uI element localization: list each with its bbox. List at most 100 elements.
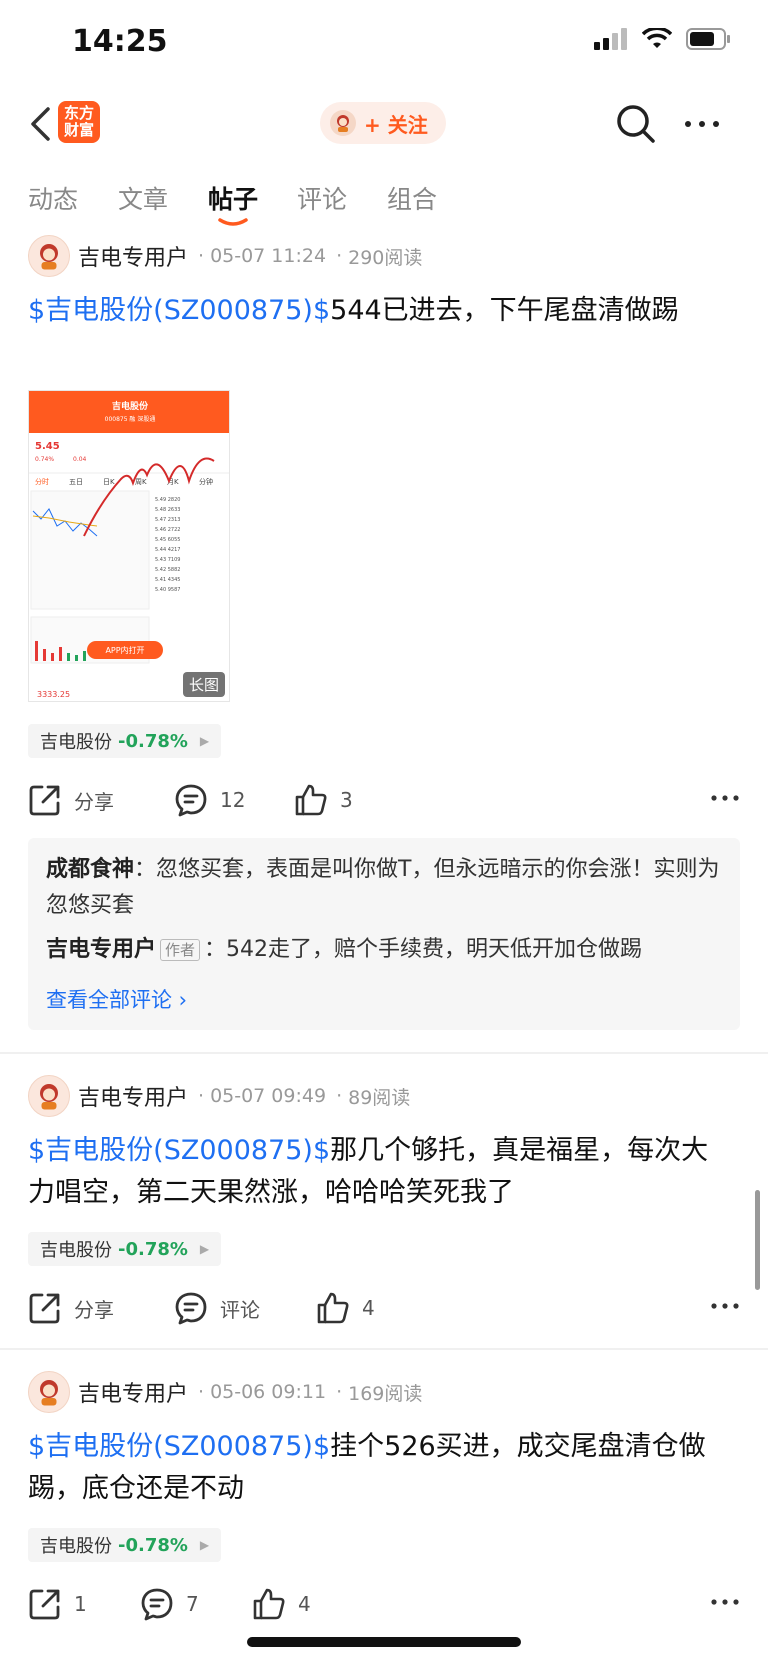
scrollbar[interactable] <box>755 1190 760 1290</box>
like-button[interactable]: 4 <box>252 1582 311 1626</box>
like-button[interactable]: 3 <box>294 778 353 822</box>
avatar[interactable] <box>28 1371 70 1413</box>
more-icon[interactable] <box>710 786 740 810</box>
post-content[interactable]: $吉电股份(SZ000875)$那几个够托，真是福星，每次大力唱空，第二天果然涨… <box>28 1130 728 1214</box>
app-logo[interactable]: 东方财富 <box>58 101 100 143</box>
comment-button[interactable]: 7 <box>140 1582 199 1626</box>
post-meta-sep: · <box>198 1381 205 1403</box>
more-icon[interactable] <box>710 1590 740 1614</box>
read-count: 89阅读 <box>348 1086 411 1109</box>
post-meta-sep: · <box>336 1085 343 1107</box>
share-label: 分享 <box>74 1297 114 1322</box>
stock-tag-change: -0.78% <box>118 1238 188 1260</box>
image-tab-0: 分时 <box>35 477 49 486</box>
divider <box>0 1348 768 1350</box>
stock-tag[interactable]: 吉电股份 -0.78% ▶ <box>28 1232 222 1266</box>
home-indicator[interactable] <box>247 1637 521 1647</box>
svg-text:5.45 6055: 5.45 6055 <box>155 537 180 543</box>
author-name[interactable]: 吉电专用户 <box>78 1376 188 1408</box>
svg-text:5.43 7109: 5.43 7109 <box>155 557 180 563</box>
search-button[interactable] <box>614 102 658 146</box>
mascot-icon <box>40 244 58 270</box>
app-open-button: APP内打开 <box>105 645 144 655</box>
comment-button[interactable]: 评论 <box>174 1286 260 1330</box>
image-subtitle: 000875 融 深股通 <box>105 415 156 423</box>
more-button[interactable] <box>680 102 724 146</box>
read-count: 290阅读 <box>348 246 423 269</box>
triangle-right-icon: ▶ <box>199 734 210 748</box>
post-header: 吉电专用户 · 05-07 11:24 · 290阅读 <box>28 234 422 278</box>
svg-text:5.49 2820: 5.49 2820 <box>155 497 180 503</box>
commenter-name[interactable]: 成都食神 <box>46 857 134 882</box>
triangle-right-icon: ▶ <box>199 1242 210 1256</box>
author-name[interactable]: 吉电专用户 <box>78 240 188 272</box>
signal-icon <box>594 28 627 50</box>
post-meta-sep: · <box>198 245 205 267</box>
stock-tag-name: 吉电股份 <box>40 732 112 753</box>
stock-tag[interactable]: 吉电股份 -0.78% ▶ <box>28 724 222 758</box>
follow-label: + 关注 <box>364 112 428 137</box>
chevron-left-icon <box>31 107 50 141</box>
post-date: 05-07 11:24 <box>210 245 327 267</box>
tab-articles[interactable]: 文章 <box>118 180 168 216</box>
divider <box>0 1052 768 1054</box>
image-chg: 0.04 <box>73 456 87 463</box>
comment-preview[interactable]: 成都食神：忽悠买套，表面是叫你做T，但永远暗示的你会涨！实则为忽悠买套 吉电专用… <box>28 838 740 1030</box>
status-icons <box>594 28 732 50</box>
status-bar: 14:25 <box>0 0 768 90</box>
wifi-icon <box>642 28 672 48</box>
comment-label: 评论 <box>220 1297 260 1322</box>
tab-dynamics[interactable]: 动态 <box>28 180 78 216</box>
image-tab-2: 日K <box>103 478 115 486</box>
post-header: 吉电专用户 · 05-06 09:11 · 169阅读 <box>28 1370 422 1414</box>
index-value: 3333.25 <box>37 690 70 699</box>
thumbs-up-icon <box>295 784 327 816</box>
mascot-icon <box>337 115 349 132</box>
post-date: 05-07 09:49 <box>210 1085 327 1107</box>
avatar[interactable] <box>28 1075 70 1117</box>
like-button[interactable]: 4 <box>316 1286 375 1330</box>
svg-text:5.42 5882: 5.42 5882 <box>155 567 180 573</box>
svg-text:5.41 4345: 5.41 4345 <box>155 577 180 583</box>
comment-text: ：542走了，赔个手续费，明天低开加仓做踢 <box>204 937 643 962</box>
commenter-name[interactable]: 吉电专用户 <box>46 937 156 962</box>
mascot-icon <box>40 1380 58 1406</box>
tab-underline <box>218 218 248 226</box>
stock-tag[interactable]: 吉电股份 -0.78% ▶ <box>28 1528 222 1562</box>
stock-link[interactable]: $吉电股份(SZ000875)$ <box>28 1431 330 1462</box>
share-button[interactable]: 分享 <box>28 1286 114 1330</box>
share-count: 1 <box>74 1592 87 1616</box>
share-button[interactable]: 分享 <box>28 778 114 822</box>
stock-tag-change: -0.78% <box>118 1534 188 1556</box>
more-icon[interactable] <box>710 1294 740 1318</box>
post-actions: 分享 评论 4 <box>28 1286 740 1330</box>
comment-button[interactable]: 12 <box>174 778 245 822</box>
post-content[interactable]: $吉电股份(SZ000875)$544已进去，下午尾盘清做踢 <box>28 290 728 332</box>
search-icon <box>617 105 655 143</box>
share-icon <box>29 1293 60 1324</box>
author-name[interactable]: 吉电专用户 <box>78 1080 188 1112</box>
image-tab-3: 周K <box>135 478 147 486</box>
avatar[interactable] <box>28 235 70 277</box>
comment-icon <box>175 784 207 817</box>
tab-posts[interactable]: 帖子 <box>208 180 258 216</box>
post-content[interactable]: $吉电股份(SZ000875)$挂个526买进，成交尾盘清仓做踢，底仓还是不动 <box>28 1426 728 1510</box>
comment-icon <box>175 1292 207 1325</box>
read-count: 169阅读 <box>348 1382 423 1405</box>
comment-item: 吉电专用户 作者 ：542走了，赔个手续费，明天低开加仓做踢 <box>46 932 722 968</box>
comment-text: ：忽悠买套，表面是叫你做T，但永远暗示的你会涨！实则为忽悠买套 <box>46 857 720 918</box>
post-image[interactable]: 吉电股份 000875 融 深股通 5.45 0.74% 0.04 分时 五日 … <box>28 390 230 702</box>
comment-count: 12 <box>220 788 246 812</box>
view-all-comments-link[interactable]: 查看全部评论 › <box>46 984 187 1014</box>
back-button[interactable] <box>18 102 62 146</box>
stock-link[interactable]: $吉电股份(SZ000875)$ <box>28 1135 330 1166</box>
follow-button[interactable]: + 关注 <box>320 102 446 144</box>
svg-text:5.44 4217: 5.44 4217 <box>155 547 180 553</box>
image-tab-1: 五日 <box>69 478 83 486</box>
image-price: 5.45 <box>35 441 60 452</box>
stock-link[interactable]: $吉电股份(SZ000875)$ <box>28 295 330 326</box>
tab-comments[interactable]: 评论 <box>297 180 347 216</box>
tab-portfolio[interactable]: 组合 <box>387 180 437 216</box>
share-button[interactable]: 1 <box>28 1582 87 1626</box>
tab-bar: 动态 文章 帖子 评论 组合 <box>0 170 768 230</box>
